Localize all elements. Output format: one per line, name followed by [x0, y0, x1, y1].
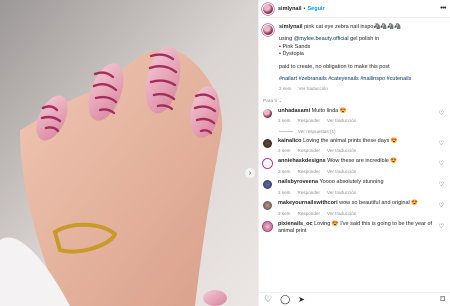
next-image-button[interactable]: › — [245, 168, 255, 178]
reply-button[interactable]: Responder — [298, 211, 320, 216]
comment-item: kainalico Loving the animal prints these… — [263, 138, 446, 155]
comment-username[interactable]: makeyournailswithcori — [278, 200, 338, 206]
comment-text: Muito linda 😍 — [311, 107, 347, 114]
bookmark-icon[interactable]: ⌑ — [440, 295, 445, 304]
color-item-2: • Dystopia — [279, 51, 304, 58]
commenter-avatar[interactable] — [263, 180, 272, 190]
comment-username[interactable]: anniehaskdesigns — [278, 158, 326, 164]
comment-time[interactable]: 2 sem — [278, 169, 291, 174]
caption-time[interactable]: 2 sem — [279, 86, 292, 91]
comment-item: nailsbyroveena Yoooo absolutely stunning… — [263, 179, 446, 196]
comment-time[interactable]: 2 sem — [278, 211, 291, 216]
share-icon[interactable]: ➤ — [298, 295, 305, 304]
commenter-avatar[interactable] — [263, 108, 272, 118]
reply-button[interactable]: Responder — [298, 148, 320, 153]
translate-link[interactable]: Ver traducción — [327, 169, 356, 174]
comment-username[interactable]: nailsbyroveena — [278, 179, 318, 185]
like-comment-icon[interactable]: ♡ — [439, 110, 444, 117]
like-comment-icon[interactable]: ♡ — [439, 223, 444, 230]
caption-using-text: using — [279, 36, 294, 43]
caption-block: simlynail pink cat eye zebra nail inspo🦓… — [263, 24, 446, 93]
comment-username[interactable]: unhadasami — [278, 108, 310, 114]
caption-translate[interactable]: Ver traducción — [299, 86, 328, 91]
comment-text: Wow these are incredible 😍 — [327, 158, 398, 165]
like-comment-icon[interactable]: ♡ — [439, 160, 444, 167]
view-replies-button[interactable]: Ver respuestas (1) — [279, 129, 446, 134]
comment-username[interactable]: pixienails_oc — [278, 221, 313, 227]
comment-text: Loving the animal prints these days 😍 — [303, 137, 398, 144]
reply-button[interactable]: Responder — [298, 190, 320, 195]
hashtags[interactable]: #nailart #zebranails #cateyenails #naili… — [279, 76, 446, 83]
replies-line — [279, 130, 293, 132]
comment-time[interactable]: 2 sem — [278, 190, 291, 195]
instagram-post-view: › simlynail • Seguir ••• simlynail pink … — [0, 0, 450, 306]
author-username[interactable]: simlynail — [278, 6, 302, 12]
comment-username[interactable]: kainalico — [278, 138, 302, 144]
action-bar: ♡ ◯ ➤ ⌑ — [259, 292, 450, 306]
translate-link[interactable]: Ver traducción — [327, 148, 356, 153]
paid-note: paid to create, no obligation to make th… — [279, 63, 390, 70]
reply-button[interactable]: Responder — [298, 169, 320, 174]
like-comment-icon[interactable]: ♡ — [439, 140, 444, 147]
translate-link[interactable]: Ver traducción — [327, 211, 356, 216]
comment-item: pixienails_oc Loving 😍 I've said this is… — [263, 221, 446, 236]
commenter-avatar[interactable] — [263, 159, 272, 169]
commenter-avatar[interactable] — [263, 201, 272, 211]
heart-icon[interactable]: ♡ — [264, 295, 272, 304]
like-comment-icon[interactable]: ♡ — [439, 202, 444, 209]
caption-using-post: gel polish in — [348, 36, 380, 43]
caption-title: pink cat eye zebra nail inspo🦓🦓🦓🦓 — [304, 24, 401, 30]
comment-item: unhadasami Muito linda 😍 2 sem Responder V… — [263, 108, 446, 125]
caption-username[interactable]: simlynail — [279, 24, 303, 30]
reply-button[interactable]: Responder — [298, 118, 320, 123]
translate-link[interactable]: Ver traducción — [327, 190, 356, 195]
commenter-avatar[interactable] — [263, 221, 272, 231]
caption-avatar[interactable] — [263, 25, 273, 35]
mention-link[interactable]: @mylee.beauty.official — [294, 36, 349, 42]
post-sidebar: simlynail • Seguir ••• simlynail pink ca… — [258, 0, 450, 306]
more-options-icon[interactable]: ••• — [440, 5, 446, 12]
comment-text: wow so beautiful and original 😍 — [339, 200, 419, 207]
comment-item: makeyournailswithcori wow so beautiful a… — [263, 200, 446, 217]
color-item-1: • Pink Sands — [279, 43, 311, 50]
separator-dot: • — [303, 5, 306, 12]
post-header: simlynail • Seguir ••• — [259, 0, 450, 18]
follow-button[interactable]: Seguir — [307, 6, 324, 12]
section-label[interactable]: Para ti ⌄ — [263, 99, 446, 104]
replies-label: Ver respuestas (1) — [298, 128, 336, 134]
comments-scroll[interactable]: simlynail pink cat eye zebra nail inspo🦓… — [259, 18, 450, 292]
like-comment-icon[interactable]: ♡ — [439, 181, 444, 188]
author-avatar[interactable] — [263, 3, 273, 14]
post-photo[interactable]: › — [0, 0, 258, 306]
comment-time[interactable]: 2 sem — [278, 118, 291, 123]
commenter-avatar[interactable] — [263, 138, 272, 148]
comment-text: Yoooo absolutely stunning — [319, 179, 384, 186]
comment-icon[interactable]: ◯ — [280, 295, 290, 304]
nails-image — [0, 0, 258, 306]
comment-time[interactable]: 2 sem — [278, 148, 291, 153]
comment-item: anniehaskdesigns Wow these are incredibl… — [263, 158, 446, 175]
translate-link[interactable]: Ver traducción — [327, 118, 356, 123]
